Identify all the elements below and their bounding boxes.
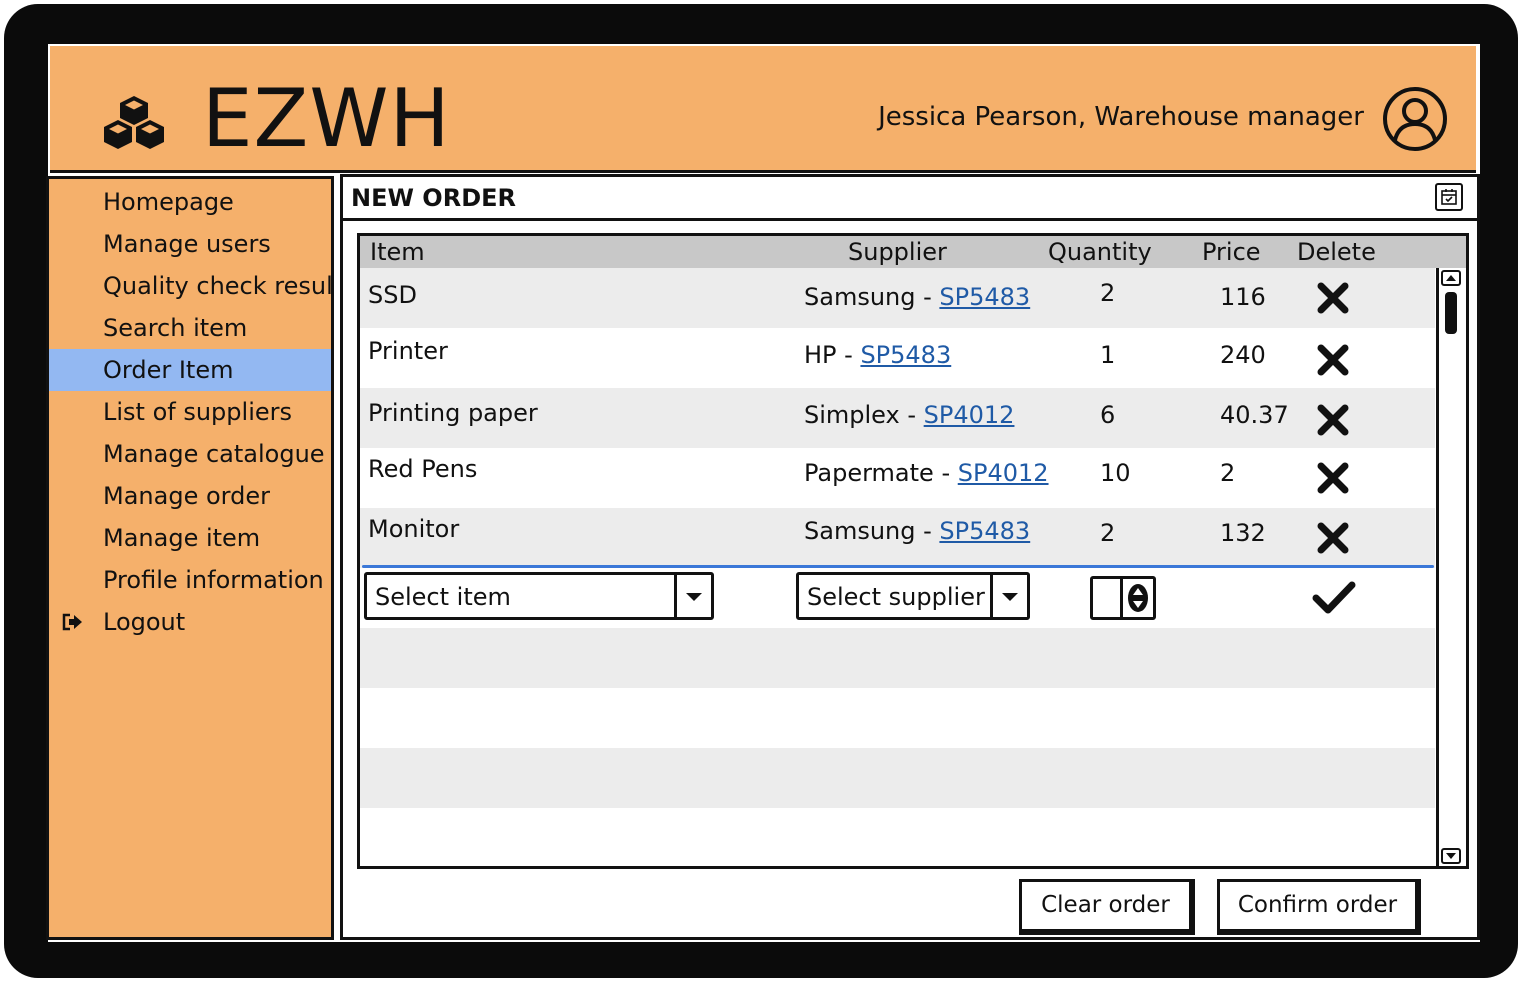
- table-row: Printing paper Simplex - SP4012 6 40.37: [360, 388, 1435, 448]
- nav-item-label: Search item: [103, 314, 248, 342]
- logout-icon: [62, 613, 82, 631]
- table-row: Red Pens Papermate - SP4012 10 2: [360, 448, 1435, 508]
- quantity-cell: 10: [1100, 459, 1131, 487]
- nav-item-order-item[interactable]: Order Item: [49, 349, 331, 391]
- nav-item-label: Homepage: [103, 188, 234, 216]
- price-cell: 240: [1220, 341, 1266, 369]
- user-name-role: Jessica Pearson, Warehouse manager: [878, 102, 1364, 132]
- item-cell: Printing paper: [368, 399, 538, 427]
- supplier-cell: HP - SP5483: [804, 340, 951, 370]
- nav-item-label: Quality check results: [103, 272, 334, 300]
- nav-item-manage-order[interactable]: Manage order: [49, 475, 331, 517]
- price-cell: 40.37: [1220, 401, 1289, 429]
- table-scrollbar[interactable]: [1436, 268, 1464, 866]
- table-header: Item Supplier Quantity Price Delete: [360, 236, 1466, 268]
- supplier-code-link[interactable]: SP4012: [958, 459, 1049, 487]
- panel-title: NEW ORDER: [351, 184, 516, 212]
- select-supplier-dropdown[interactable]: Select supplier: [796, 572, 1030, 620]
- delete-icon[interactable]: [1316, 281, 1350, 315]
- app-title: EZWH: [202, 72, 451, 165]
- price-cell: 132: [1220, 519, 1266, 547]
- nav-item-label: Manage order: [103, 482, 270, 510]
- supplier-code-link[interactable]: SP4012: [924, 401, 1015, 429]
- nav-item-manage-item[interactable]: Manage item: [49, 517, 331, 559]
- empty-row: [360, 748, 1435, 808]
- supplier-name: Samsung -: [804, 283, 940, 311]
- empty-row: [360, 688, 1435, 748]
- calendar-icon[interactable]: [1435, 183, 1463, 211]
- column-header-supplier: Supplier: [848, 238, 947, 266]
- supplier-cell: Simplex - SP4012: [804, 400, 1014, 430]
- empty-row: [360, 628, 1435, 688]
- supplier-cell: Papermate - SP4012: [804, 458, 1049, 488]
- nav-item-label: Manage item: [103, 524, 261, 552]
- stepper-arrows-icon[interactable]: [1120, 579, 1153, 617]
- column-header-price: Price: [1202, 238, 1261, 266]
- nav-item-label: Profile information: [103, 566, 324, 594]
- supplier-code-link[interactable]: SP5483: [860, 341, 951, 369]
- scroll-thumb[interactable]: [1445, 292, 1457, 334]
- panel-titlebar: NEW ORDER: [343, 177, 1477, 221]
- supplier-name: Papermate -: [804, 459, 958, 487]
- boxes-icon: [104, 96, 164, 149]
- delete-icon[interactable]: [1316, 343, 1350, 377]
- select-supplier-placeholder: Select supplier: [807, 583, 985, 611]
- column-header-item: Item: [370, 238, 425, 266]
- supplier-cell: Samsung - SP5483: [804, 516, 1030, 546]
- price-cell: 116: [1220, 283, 1266, 311]
- chevron-down-icon[interactable]: [990, 575, 1027, 617]
- delete-icon[interactable]: [1316, 403, 1350, 437]
- quantity-stepper[interactable]: [1090, 576, 1156, 620]
- nav-item-label: Manage users: [103, 230, 271, 258]
- checkmark-icon[interactable]: [1312, 580, 1356, 616]
- item-cell: Red Pens: [368, 455, 478, 483]
- scroll-up-arrow-icon[interactable]: [1441, 270, 1461, 286]
- quantity-cell: 1: [1100, 341, 1116, 369]
- new-order-panel: NEW ORDER Item Supplier Quantity Price D…: [340, 174, 1480, 940]
- table-row: Printer HP - SP5483 1 240: [360, 328, 1435, 388]
- quantity-cell: 2: [1100, 519, 1116, 547]
- table-row: Monitor Samsung - SP5483 2 132: [360, 508, 1435, 568]
- app-header: EZWH Jessica Pearson, Warehouse manager: [50, 46, 1476, 173]
- table-row: SSD Samsung - SP5483 2 116: [360, 268, 1435, 328]
- nav-item-quality-check-results[interactable]: Quality check results: [49, 265, 331, 307]
- user-avatar-icon[interactable]: [1382, 86, 1448, 152]
- nav-item-search-item[interactable]: Search item: [49, 307, 331, 349]
- price-cell: 2: [1220, 459, 1236, 487]
- supplier-name: Simplex -: [804, 401, 924, 429]
- nav-item-label: Manage catalogue: [103, 440, 325, 468]
- supplier-name: HP -: [804, 341, 861, 369]
- select-item-placeholder: Select item: [375, 583, 511, 611]
- quantity-cell: 2: [1100, 279, 1116, 307]
- scroll-down-arrow-icon[interactable]: [1441, 848, 1461, 864]
- delete-icon[interactable]: [1316, 461, 1350, 495]
- nav-item-logout[interactable]: Logout: [49, 601, 331, 643]
- item-cell: Monitor: [368, 515, 460, 543]
- nav-item-profile-information[interactable]: Profile information: [49, 559, 331, 601]
- supplier-code-link[interactable]: SP5483: [939, 517, 1030, 545]
- chevron-down-icon[interactable]: [674, 575, 711, 617]
- nav-item-manage-catalogue[interactable]: Manage catalogue: [49, 433, 331, 475]
- select-item-dropdown[interactable]: Select item: [364, 572, 714, 620]
- confirm-order-button[interactable]: Confirm order: [1217, 879, 1421, 935]
- column-header-quantity: Quantity: [1048, 238, 1152, 266]
- delete-icon[interactable]: [1316, 521, 1350, 555]
- nav-item-homepage[interactable]: Homepage: [49, 181, 331, 223]
- item-cell: Printer: [368, 337, 448, 365]
- supplier-cell: Samsung - SP5483: [804, 282, 1030, 312]
- nav-item-label: List of suppliers: [103, 398, 292, 426]
- order-table: Item Supplier Quantity Price Delete SSD …: [357, 233, 1469, 869]
- clear-order-button[interactable]: Clear order: [1019, 879, 1195, 935]
- supplier-name: Samsung -: [804, 517, 940, 545]
- column-header-delete: Delete: [1297, 238, 1376, 266]
- nav-item-label: Order Item: [103, 356, 234, 384]
- nav-item-label: Logout: [103, 608, 186, 636]
- nav-item-list-of-suppliers[interactable]: List of suppliers: [49, 391, 331, 433]
- supplier-code-link[interactable]: SP5483: [939, 283, 1030, 311]
- item-cell: SSD: [368, 281, 417, 309]
- sidebar: Homepage Manage users Quality check resu…: [46, 176, 334, 940]
- quantity-cell: 6: [1100, 401, 1116, 429]
- nav-item-manage-users[interactable]: Manage users: [49, 223, 331, 265]
